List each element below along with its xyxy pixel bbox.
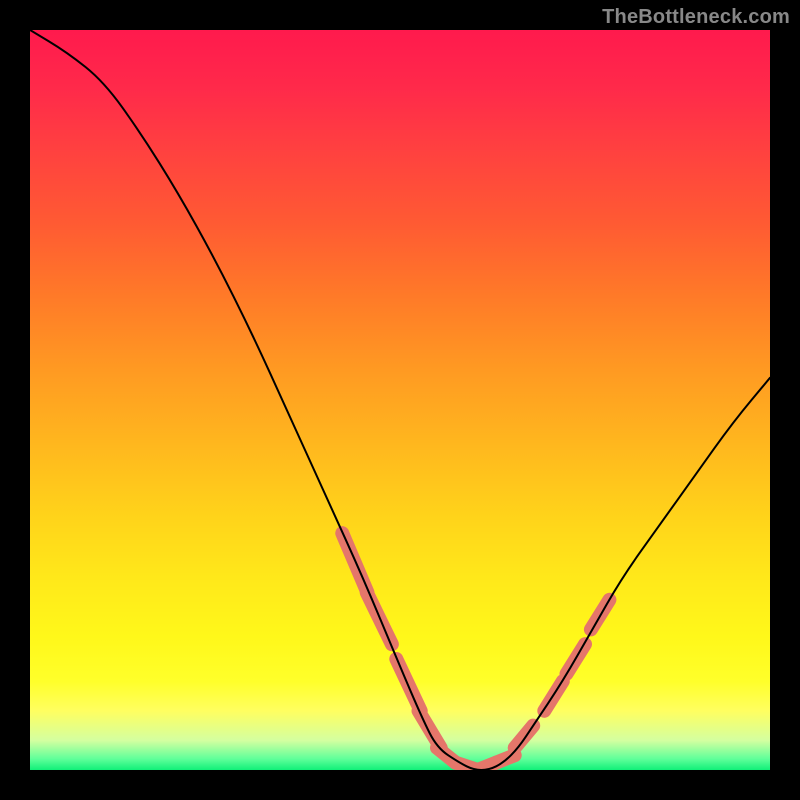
stage: TheBottleneck.com — [0, 0, 800, 800]
watermark-text: TheBottleneck.com — [602, 6, 790, 29]
chart-svg — [30, 30, 770, 770]
highlight-markers — [342, 533, 609, 770]
plot-area — [30, 30, 770, 770]
